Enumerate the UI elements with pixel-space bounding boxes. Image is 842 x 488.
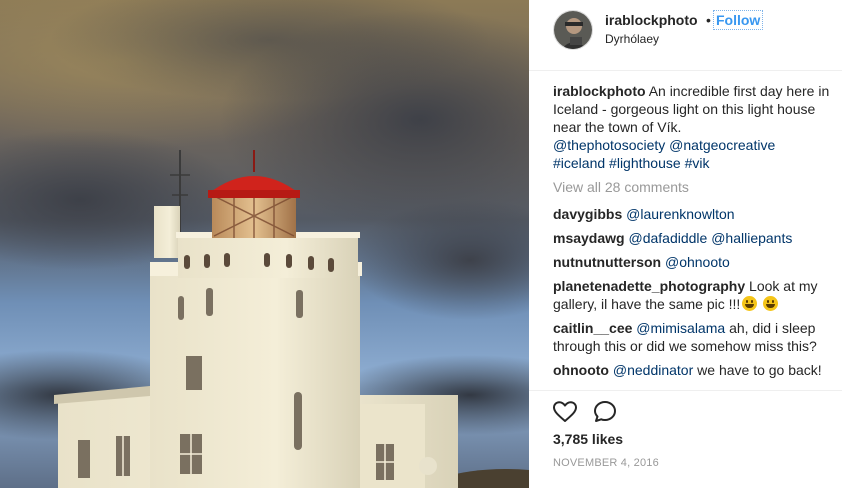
follow-button[interactable]: Follow	[713, 10, 764, 30]
comment: msaydawg @dafadiddle @halliepants	[553, 229, 838, 247]
comment: ohnooto @neddinator we have to go back!	[553, 361, 838, 379]
comment: planetenadette_photography Look at my ga…	[553, 277, 838, 313]
caption-username[interactable]: irablockphoto	[553, 83, 646, 99]
header-separator: •	[706, 12, 711, 28]
hashtag-link[interactable]: #iceland	[553, 155, 605, 171]
comment-mention[interactable]: @ohnooto	[665, 254, 730, 270]
comment: caitlin__cee @mimisalama ah, did i sleep…	[553, 319, 838, 355]
comment-mention[interactable]: @dafadiddle @halliepants	[628, 230, 792, 246]
avatar-icon	[554, 11, 592, 49]
post-photo[interactable]	[0, 0, 529, 488]
grinning-face-emoji-icon	[763, 296, 779, 311]
grinning-face-emoji-icon	[742, 296, 758, 311]
lighthouse-photo	[0, 0, 529, 488]
comment-button[interactable]	[592, 399, 618, 425]
mention-link[interactable]: @natgeocreative	[669, 137, 775, 153]
comment-username[interactable]: msaydawg	[553, 230, 625, 246]
avatar[interactable]	[553, 10, 593, 50]
action-bar	[529, 390, 842, 422]
heart-icon	[553, 401, 577, 422]
post-details-panel: irablockphoto • Follow Dyrhólaey irabloc…	[529, 0, 842, 488]
post-date[interactable]: NOVEMBER 4, 2016	[553, 457, 659, 469]
comment-icon	[594, 401, 616, 422]
comment-mention[interactable]: @laurenknowlton	[626, 206, 734, 222]
hashtag-link[interactable]: #vik	[685, 155, 710, 171]
comment-text: we have to go back!	[697, 362, 822, 378]
comment-username[interactable]: caitlin__cee	[553, 320, 632, 336]
comment-username[interactable]: planetenadette_photography	[553, 278, 745, 294]
comment: davygibbs @laurenknowlton	[553, 205, 838, 223]
comment-username[interactable]: davygibbs	[553, 206, 622, 222]
comment-username[interactable]: nutnutnutterson	[553, 254, 661, 270]
hashtag-link[interactable]: #lighthouse	[609, 155, 681, 171]
comment-username[interactable]: ohnooto	[553, 362, 609, 378]
header-username[interactable]: irablockphoto	[605, 12, 698, 28]
location-link[interactable]: Dyrhólaey	[605, 32, 659, 46]
mention-link[interactable]: @thephotosociety	[553, 137, 665, 153]
like-button[interactable]	[552, 399, 578, 425]
comment-mention[interactable]: @neddinator	[613, 362, 693, 378]
likes-count[interactable]: 3,785 likes	[553, 431, 623, 447]
post-header: irablockphoto • Follow Dyrhólaey	[529, 0, 842, 71]
view-all-comments-link[interactable]: View all 28 comments	[553, 179, 689, 195]
post-caption: irablockphoto An incredible first day he…	[553, 82, 838, 172]
comment-mention[interactable]: @mimisalama	[636, 320, 725, 336]
comment: nutnutnutterson @ohnooto	[553, 253, 838, 271]
